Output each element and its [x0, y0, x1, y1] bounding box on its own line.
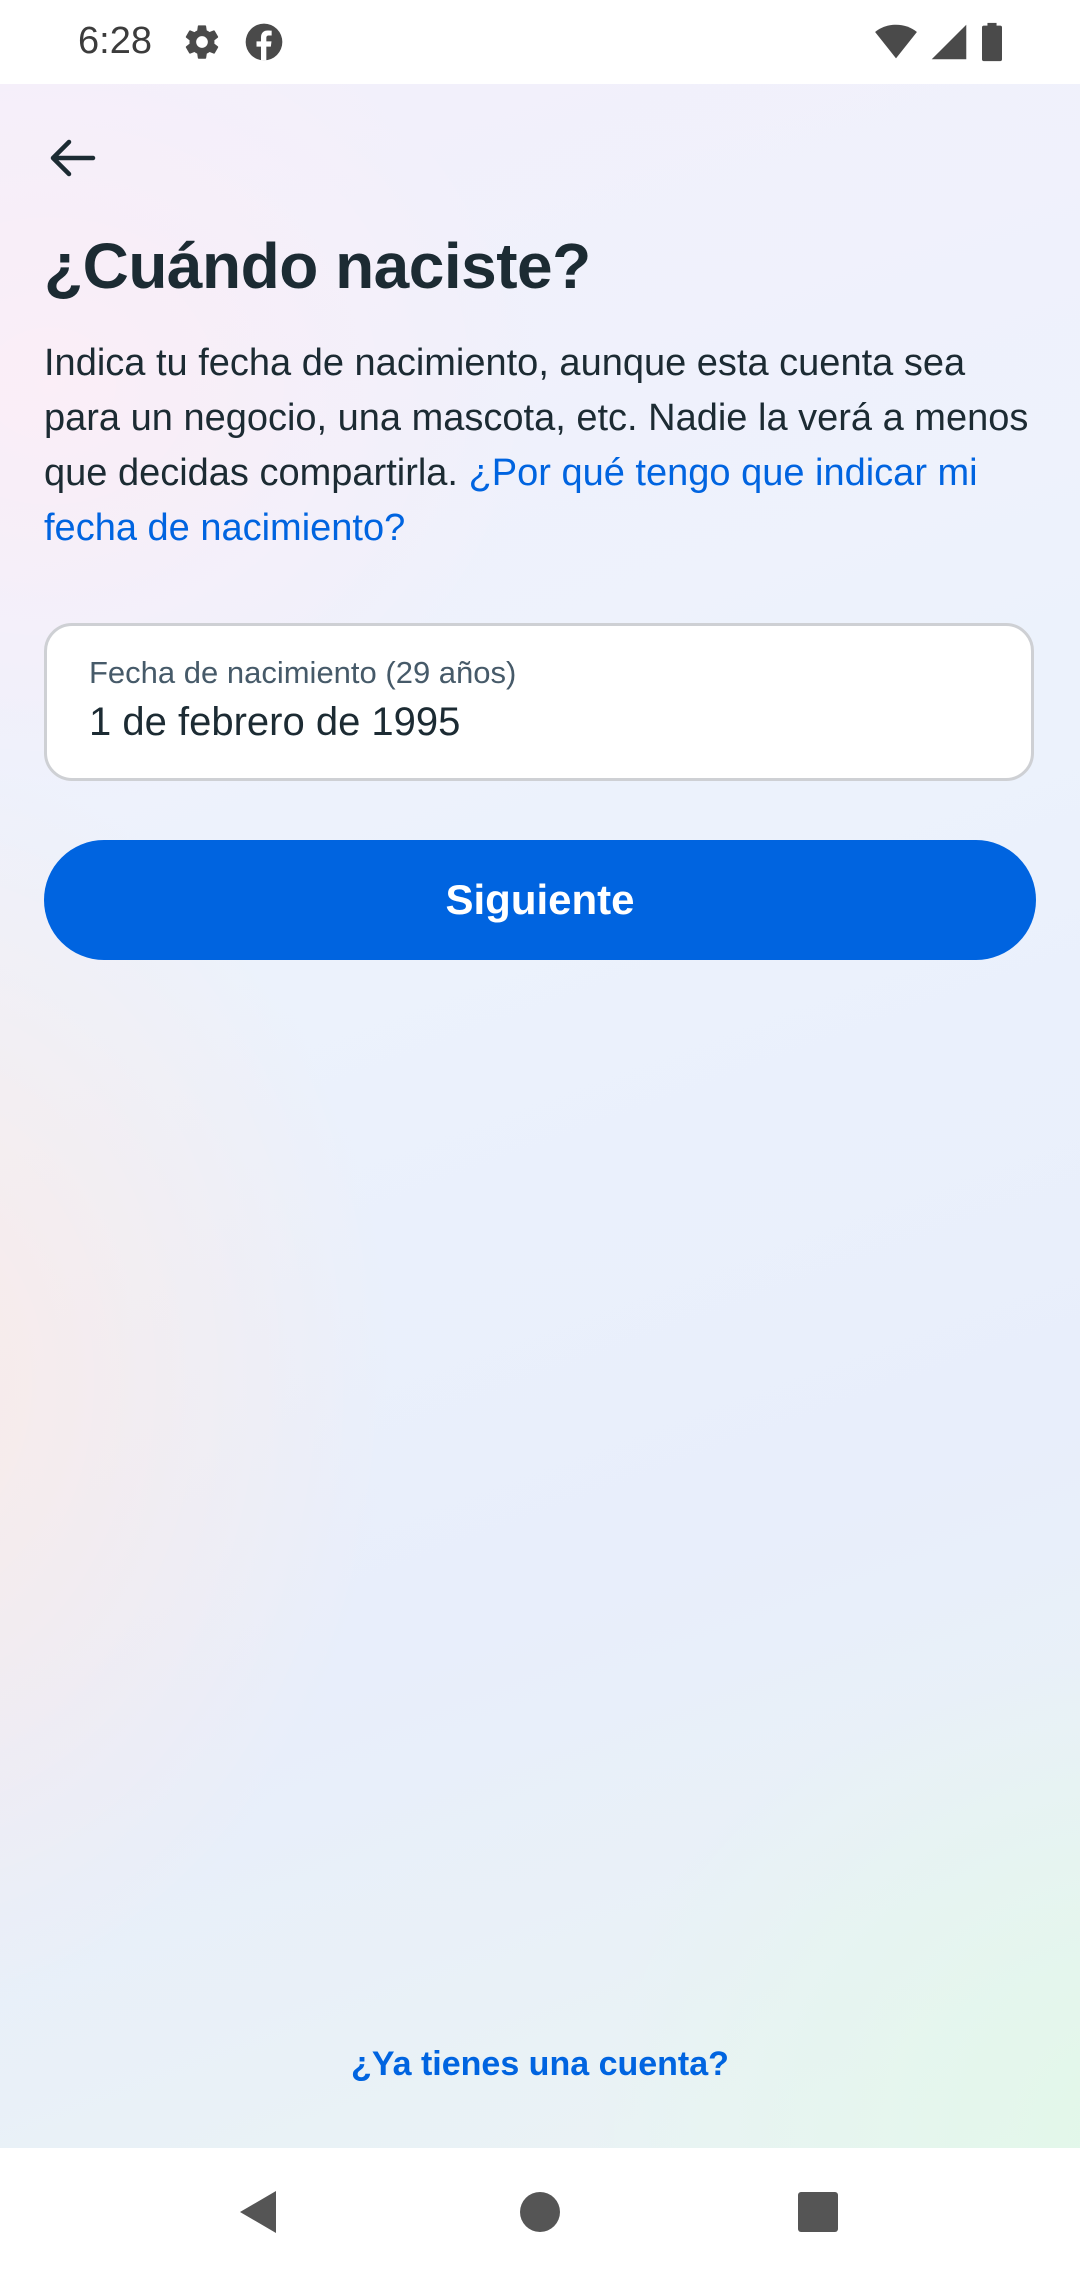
signup-birthdate-page: ¿Cuándo naciste? Indica tu fecha de naci… — [0, 84, 1080, 2148]
have-account-link[interactable]: ¿Ya tienes una cuenta? — [0, 2045, 1080, 2084]
recents-square-icon — [797, 2191, 839, 2238]
nav-recents-button[interactable] — [788, 2184, 848, 2244]
page-description: Indica tu fecha de nacimiento, aunque es… — [44, 336, 1040, 556]
home-circle-icon — [518, 2190, 562, 2239]
settings-icon — [182, 22, 222, 67]
birthdate-field[interactable]: Fecha de nacimiento (29 años) 1 de febre… — [44, 623, 1034, 781]
nav-home-button[interactable] — [510, 2184, 570, 2244]
cellular-signal-icon — [930, 22, 968, 67]
status-notification-icons — [182, 22, 284, 67]
status-system-icons — [874, 22, 1004, 67]
nav-back-button[interactable] — [228, 2184, 288, 2244]
status-bar: 6:28 — [0, 0, 1080, 84]
wifi-icon — [874, 22, 918, 67]
back-triangle-icon — [236, 2188, 280, 2241]
birthdate-field-label: Fecha de nacimiento (29 años) — [89, 655, 517, 690]
facebook-icon — [244, 22, 284, 67]
arrow-left-icon — [47, 138, 97, 183]
screen: 6:28 ¿Cuándo naciste? Indica tu fecha de… — [0, 0, 1080, 2280]
page-title: ¿Cuándo naciste? — [44, 230, 591, 302]
next-button[interactable]: Siguiente — [44, 840, 1036, 960]
birthdate-field-value: 1 de febrero de 1995 — [89, 700, 461, 744]
back-button[interactable] — [38, 126, 106, 194]
battery-icon — [980, 22, 1004, 67]
navigation-bar — [0, 2148, 1080, 2280]
status-time: 6:28 — [78, 20, 152, 62]
